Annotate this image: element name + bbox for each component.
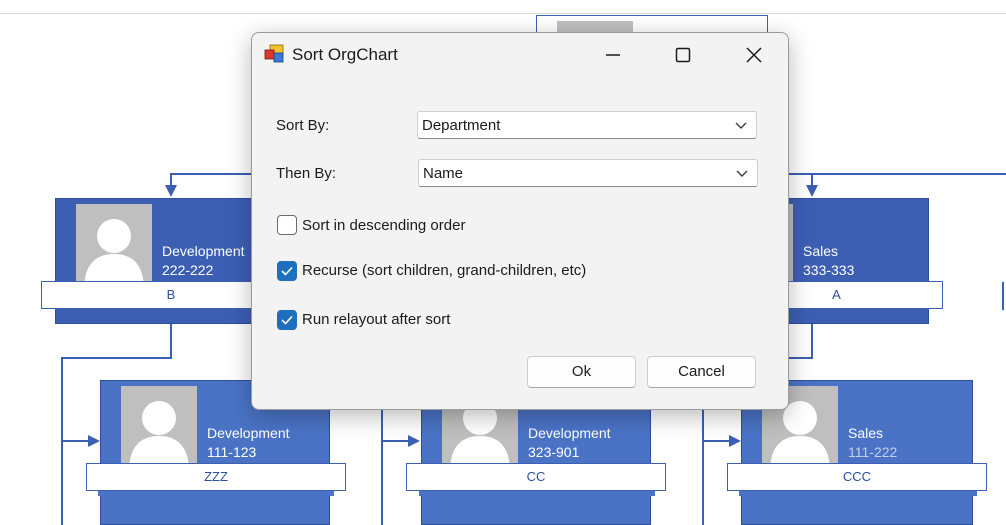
- card-name: CCC: [727, 463, 987, 491]
- then-by-value: Name: [423, 165, 464, 182]
- ok-button[interactable]: Ok: [527, 356, 636, 388]
- connector: [61, 357, 172, 359]
- card-department: Sales: [848, 425, 884, 441]
- arrow-right-icon: [729, 435, 741, 447]
- card-shadow: [739, 491, 977, 496]
- checkmark-icon: [281, 315, 293, 325]
- descending-label[interactable]: Sort in descending order: [302, 217, 465, 234]
- connector: [702, 440, 730, 442]
- sort-orgchart-dialog: Sort OrgChart Sort By: Department Then B…: [251, 32, 789, 410]
- connector: [811, 322, 813, 358]
- chevron-down-icon: [735, 122, 747, 129]
- connector: [381, 410, 383, 525]
- card-name: A: [770, 281, 943, 309]
- arrow-right-icon: [408, 435, 420, 447]
- avatar: [76, 204, 152, 290]
- recurse-label[interactable]: Recurse (sort children, grand-children, …: [302, 262, 586, 279]
- orgchart-canvas: Development 222-222 B Sales 333-333 A De…: [0, 0, 1006, 525]
- close-icon: [746, 47, 762, 63]
- connector: [61, 440, 89, 442]
- app-icon: [264, 44, 286, 64]
- connector: [1002, 282, 1004, 310]
- card-phone: 111-222: [848, 444, 898, 460]
- sort-by-label: Sort By:: [276, 117, 330, 134]
- minimize-icon: [606, 54, 620, 56]
- minimize-button[interactable]: [590, 33, 636, 77]
- card-department: Development: [162, 243, 245, 259]
- card-name: CC: [406, 463, 666, 491]
- maximize-icon: [675, 47, 691, 63]
- connector: [381, 440, 409, 442]
- then-by-label: Then By:: [276, 165, 337, 182]
- chevron-down-icon: [736, 170, 748, 177]
- connector: [170, 173, 260, 175]
- arrow-down-icon: [165, 185, 177, 197]
- arrow-right-icon: [88, 435, 100, 447]
- card-phone: 323-901: [528, 444, 580, 460]
- toolbar-divider: [0, 13, 1006, 14]
- sort-by-value: Department: [422, 117, 501, 134]
- card-phone: 111-123: [207, 444, 257, 460]
- avatar: [121, 386, 197, 472]
- relayout-label[interactable]: Run relayout after sort: [302, 311, 450, 328]
- card-phone: 222-222: [162, 262, 214, 278]
- then-by-select[interactable]: Name: [418, 159, 758, 187]
- recurse-checkbox[interactable]: [277, 261, 297, 281]
- card-phone: 333-333: [803, 262, 855, 278]
- checkmark-icon: [281, 266, 293, 276]
- arrow-down-icon: [806, 185, 818, 197]
- dialog-titlebar[interactable]: Sort OrgChart: [252, 33, 788, 77]
- close-button[interactable]: [731, 33, 777, 77]
- connector: [170, 322, 172, 358]
- card-shadow: [419, 491, 655, 496]
- card-name: ZZZ: [86, 463, 346, 491]
- relayout-checkbox[interactable]: [277, 310, 297, 330]
- dialog-title: Sort OrgChart: [292, 45, 398, 64]
- descending-checkbox[interactable]: [277, 215, 297, 235]
- sort-by-select[interactable]: Department: [417, 111, 757, 139]
- maximize-button[interactable]: [660, 33, 706, 77]
- card-department: Sales: [803, 243, 839, 259]
- cancel-button[interactable]: Cancel: [647, 356, 756, 388]
- card-department: Development: [207, 425, 290, 441]
- card-department: Development: [528, 425, 611, 441]
- card-shadow: [98, 491, 334, 496]
- connector: [785, 173, 1006, 175]
